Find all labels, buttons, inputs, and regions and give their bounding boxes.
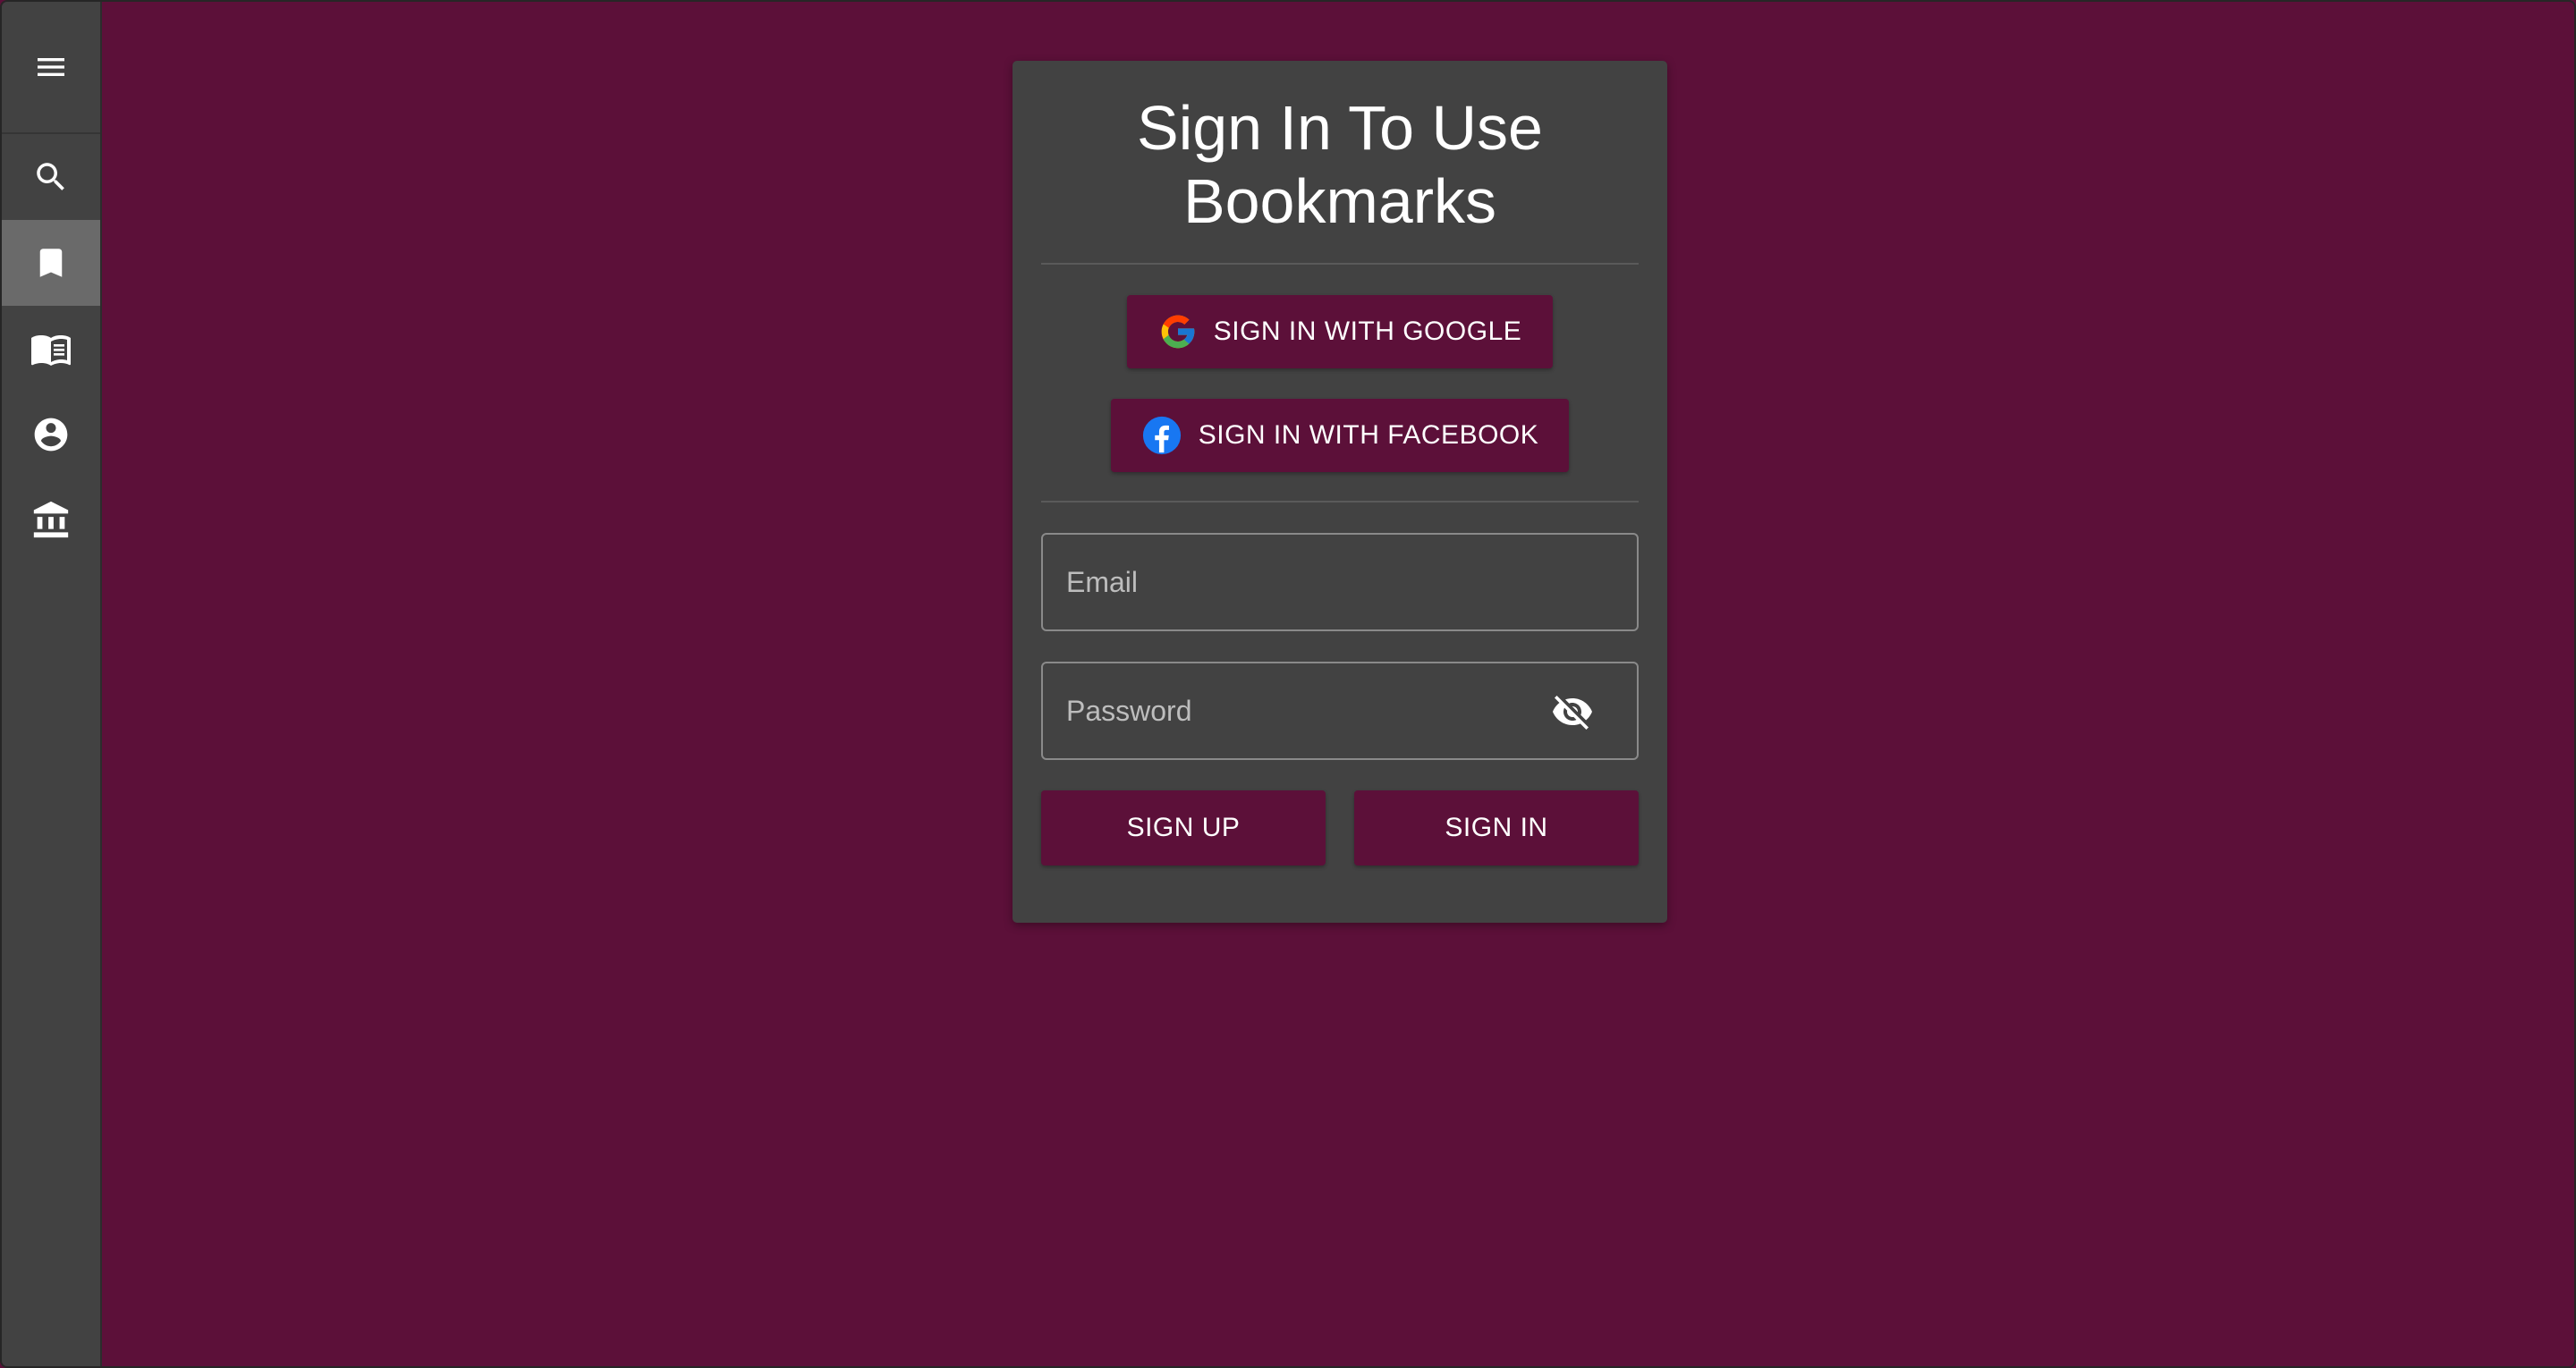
menu-icon [38,58,64,76]
institution-icon [33,501,69,538]
sign-up-label: SIGN UP [1126,813,1241,842]
sidebar-item-read[interactable] [2,306,100,392]
sign-up-button[interactable]: SIGN UP [1041,790,1326,866]
sign-in-label: SIGN IN [1445,813,1548,842]
sidebar [2,2,102,1366]
facebook-icon [1141,415,1182,456]
facebook-sign-in-button[interactable]: SIGN IN WITH FACEBOOK [1111,399,1569,472]
sidebar-item-bookmarks[interactable] [2,220,100,306]
google-sign-in-button[interactable]: SIGN IN WITH GOOGLE [1127,295,1553,368]
title-line-1: Sign In To Use [1137,93,1543,163]
sidebar-item-search[interactable] [2,134,100,220]
account-circle-icon [34,418,68,452]
sign-in-card: Sign In To Use Bookmarks SIGN IN WITH GO… [1013,61,1667,923]
sign-in-button[interactable]: SIGN IN [1354,790,1639,866]
book-open-icon [31,335,71,366]
divider-top [1041,263,1639,265]
divider-bottom [1041,501,1639,502]
sidebar-item-library[interactable] [2,477,100,563]
email-input[interactable] [1043,535,1637,629]
title-line-2: Bookmarks [1182,166,1497,236]
visibility-off-icon[interactable] [1551,690,1594,733]
google-icon [1158,312,1198,351]
sidebar-item-account[interactable] [2,392,100,477]
password-field[interactable] [1041,662,1639,760]
facebook-button-label: SIGN IN WITH FACEBOOK [1198,420,1539,450]
bookmark-icon [39,249,63,277]
password-input[interactable] [1043,663,1637,758]
google-button-label: SIGN IN WITH GOOGLE [1213,317,1522,346]
email-field[interactable] [1041,533,1639,631]
app-window: Sign In To Use Bookmarks SIGN IN WITH GO… [0,0,2576,1368]
menu-button[interactable] [2,2,100,134]
search-icon [37,163,64,190]
page-title: Sign In To Use Bookmarks [1013,91,1667,238]
